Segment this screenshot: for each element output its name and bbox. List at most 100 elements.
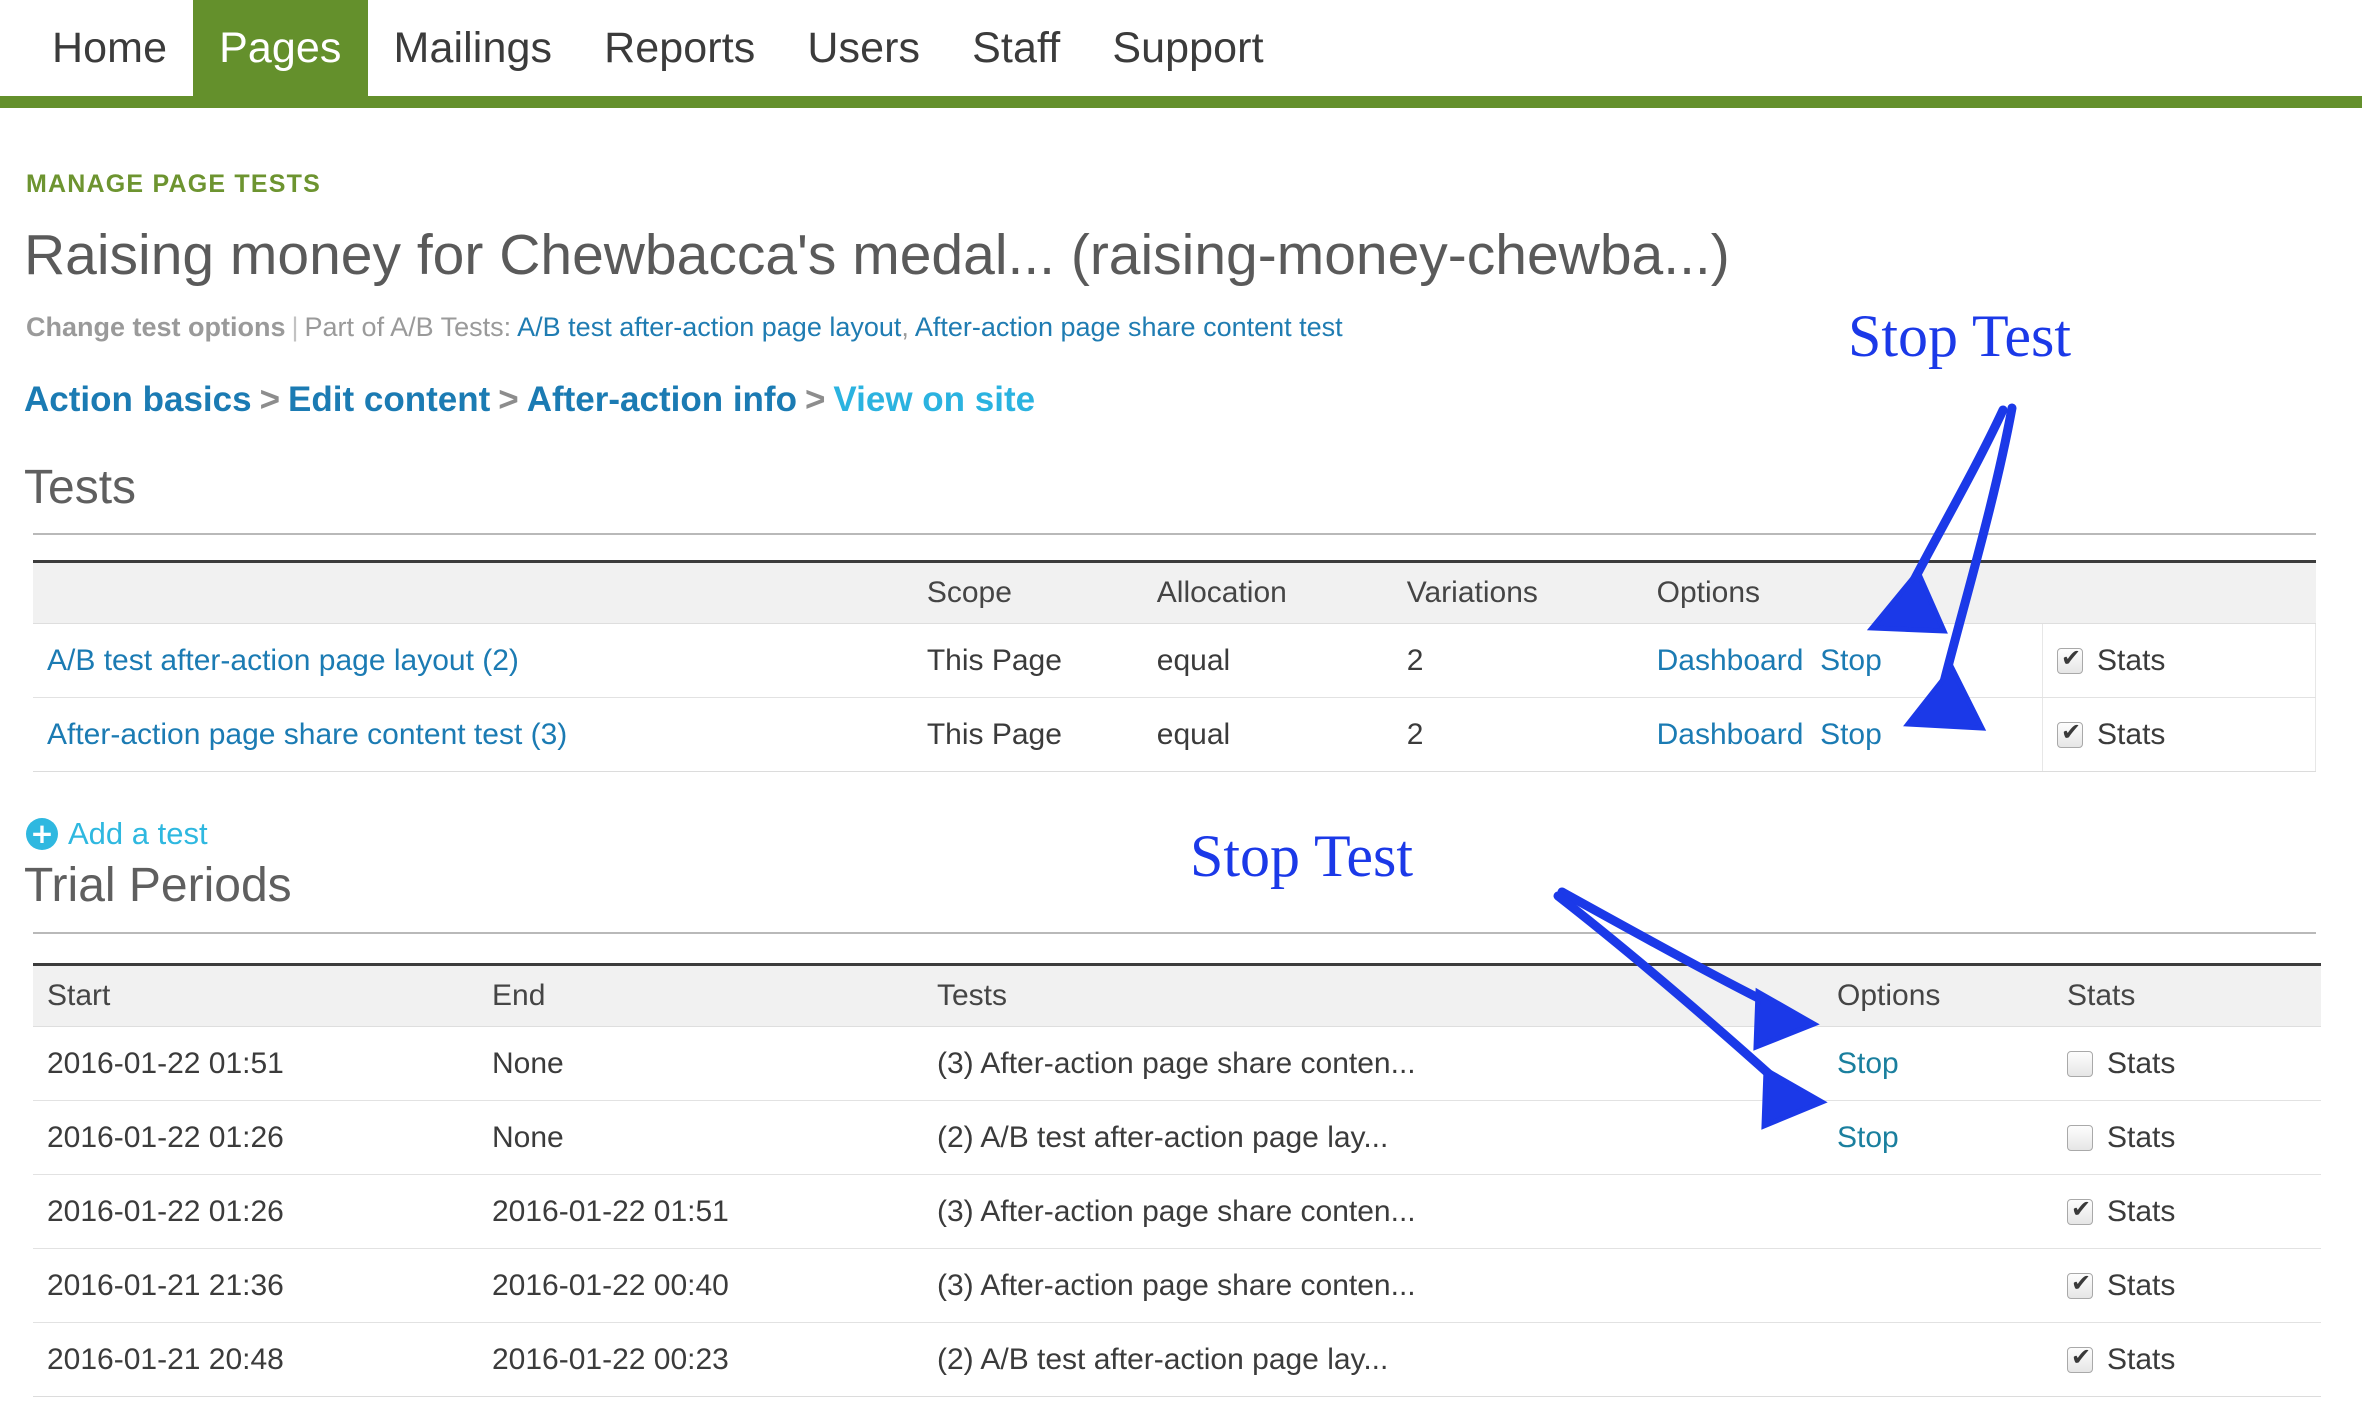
trial-periods-divider xyxy=(33,932,2316,934)
stats-label: Stats xyxy=(2107,1046,2176,1080)
trial-row-stats: Stats xyxy=(2053,1100,2321,1175)
trial-row-start: 2016-01-21 20:48 xyxy=(33,1322,478,1397)
nav-item-reports[interactable]: Reports xyxy=(578,0,781,96)
stop-link[interactable]: Stop xyxy=(1837,1047,1899,1080)
annotation-label-stop-test-top: Stop Test xyxy=(1848,303,2072,369)
stats-checkbox[interactable] xyxy=(2067,1124,2093,1151)
trial-row-end: None xyxy=(478,1026,923,1101)
tests-row-allocation: equal xyxy=(1142,697,1393,772)
change-test-options-link[interactable]: Change test options xyxy=(26,312,286,342)
nav-item-staff[interactable]: Staff xyxy=(946,0,1086,96)
trial-row-start: 2016-01-22 01:26 xyxy=(33,1100,478,1175)
trial-table-header-row: Start End Tests Options Stats xyxy=(33,963,2321,1027)
nav-item-label: Pages xyxy=(219,23,342,72)
table-row: 2016-01-22 01:26 None (2) A/B test after… xyxy=(33,1100,2321,1175)
section-eyebrow: MANAGE PAGE TESTS xyxy=(26,170,321,198)
stats-checkbox[interactable] xyxy=(2067,1050,2093,1077)
stats-checkbox[interactable] xyxy=(2067,1269,2093,1299)
trial-row-stats: Stats xyxy=(2053,1026,2321,1101)
trial-col-start: Start xyxy=(33,963,478,1027)
test-link-ab-layout[interactable]: A/B test after-action page layout (2) xyxy=(47,644,519,677)
page-title: Raising money for Chewbacca's medal... (… xyxy=(24,223,1730,287)
trial-col-end: End xyxy=(478,963,923,1027)
trial-col-stats: Stats xyxy=(2053,963,2321,1027)
nav-item-support[interactable]: Support xyxy=(1086,0,1289,96)
stats-label: Stats xyxy=(2107,1342,2176,1376)
stats-checkbox[interactable] xyxy=(2067,1195,2093,1225)
nav-item-label: Home xyxy=(52,23,168,72)
nav-item-label: Mailings xyxy=(393,23,553,72)
stats-checkbox[interactable] xyxy=(2057,718,2084,748)
add-a-test-link[interactable]: Add a test xyxy=(68,816,208,852)
nav-item-label: Users xyxy=(807,23,921,72)
tests-table-header-row: Scope Allocation Variations Options xyxy=(33,560,2316,624)
tests-row-options: Dashboard Stop xyxy=(1642,697,2043,772)
trial-row-end: 2016-01-22 01:51 xyxy=(478,1174,923,1249)
tests-row-options: Dashboard Stop xyxy=(1642,623,2043,698)
trial-row-options xyxy=(1823,1322,2053,1397)
tests-row-stats: Stats xyxy=(2042,697,2316,772)
breadcrumb-item-action-basics[interactable]: Action basics xyxy=(24,380,252,419)
tests-col-options: Options xyxy=(1642,560,2043,624)
breadcrumb-item-after-action-info[interactable]: After-action info xyxy=(527,380,797,419)
dashboard-link[interactable]: Dashboard xyxy=(1657,718,1804,751)
trial-row-end: 2016-01-22 00:23 xyxy=(478,1322,923,1397)
tests-section-heading: Tests xyxy=(24,461,137,514)
breadcrumb-chevron-icon: > xyxy=(498,380,519,419)
trial-row-end: None xyxy=(478,1100,923,1175)
trial-row-options: Stop xyxy=(1823,1026,2053,1101)
dashboard-link[interactable]: Dashboard xyxy=(1657,644,1804,677)
trial-row-stats: Stats xyxy=(2053,1248,2321,1323)
stats-label: Stats xyxy=(2097,643,2166,677)
trial-row-start: 2016-01-21 21:36 xyxy=(33,1248,478,1323)
table-row: 2016-01-21 20:48 2016-01-22 00:23 (2) A/… xyxy=(33,1322,2321,1397)
tests-row-variations: 2 xyxy=(1392,697,1643,772)
tests-row-scope: This Page xyxy=(912,697,1143,772)
trial-row-end: 2016-01-22 00:40 xyxy=(478,1248,923,1323)
test-link-share-content[interactable]: After-action page share content test (3) xyxy=(47,718,567,751)
trial-row-tests: (3) After-action page share conten... xyxy=(923,1174,1823,1249)
subline-prefix: Part of A/B Tests: xyxy=(304,312,512,342)
nav-item-home[interactable]: Home xyxy=(26,0,193,96)
nav-item-mailings[interactable]: Mailings xyxy=(368,0,579,96)
stats-label: Stats xyxy=(2107,1120,2176,1154)
stats-label: Stats xyxy=(2107,1194,2176,1228)
tests-row-name-cell: A/B test after-action page layout (2) xyxy=(33,623,913,698)
add-a-test-row[interactable]: + Add a test xyxy=(26,816,208,852)
main-navigation-bar: Home Pages Mailings Reports Users Staff … xyxy=(0,0,2362,108)
trial-col-options: Options xyxy=(1823,963,2053,1027)
table-row: A/B test after-action page layout (2) Th… xyxy=(33,623,2316,698)
trial-row-tests: (3) After-action page share conten... xyxy=(923,1248,1823,1323)
tests-row-scope: This Page xyxy=(912,623,1143,698)
breadcrumb-item-edit-content[interactable]: Edit content xyxy=(288,380,490,419)
annotation-label-stop-test-bottom: Stop Test xyxy=(1190,823,1414,889)
tests-table: Scope Allocation Variations Options A/B … xyxy=(33,560,2316,772)
stop-link[interactable]: Stop xyxy=(1820,644,1882,677)
ab-test-link-share-content[interactable]: After-action page share content test xyxy=(915,312,1343,342)
tests-col-scope: Scope xyxy=(912,560,1143,624)
nav-item-users[interactable]: Users xyxy=(781,0,946,96)
trial-row-stats: Stats xyxy=(2053,1174,2321,1249)
nav-item-list: Home Pages Mailings Reports Users Staff … xyxy=(0,0,2362,96)
subline-link-separator: , xyxy=(901,312,915,342)
nav-item-pages[interactable]: Pages xyxy=(193,0,368,96)
tests-row-name-cell: After-action page share content test (3) xyxy=(33,697,913,772)
stats-checkbox[interactable] xyxy=(2067,1343,2093,1373)
tests-row-allocation: equal xyxy=(1142,623,1393,698)
trial-row-tests: (2) A/B test after-action page lay... xyxy=(923,1100,1823,1175)
tests-section-divider xyxy=(33,533,2316,535)
stats-label: Stats xyxy=(2107,1268,2176,1302)
breadcrumb-chevron-icon: > xyxy=(804,380,826,419)
trial-row-options xyxy=(1823,1248,2053,1323)
ab-test-link-layout[interactable]: A/B test after-action page layout xyxy=(517,312,901,342)
breadcrumb-item-view-on-site[interactable]: View on site xyxy=(833,380,1035,419)
table-row: 2016-01-21 21:36 2016-01-22 00:40 (3) Af… xyxy=(33,1248,2321,1323)
stats-checkbox[interactable] xyxy=(2057,644,2084,674)
stop-link[interactable]: Stop xyxy=(1820,718,1882,751)
nav-item-label: Reports xyxy=(604,23,756,72)
stop-link[interactable]: Stop xyxy=(1837,1121,1899,1154)
subline-separator: | xyxy=(291,312,299,342)
trial-row-stats: Stats xyxy=(2053,1322,2321,1397)
trial-row-tests: (2) A/B test after-action page lay... xyxy=(923,1322,1823,1397)
plus-circle-icon: + xyxy=(26,818,58,850)
